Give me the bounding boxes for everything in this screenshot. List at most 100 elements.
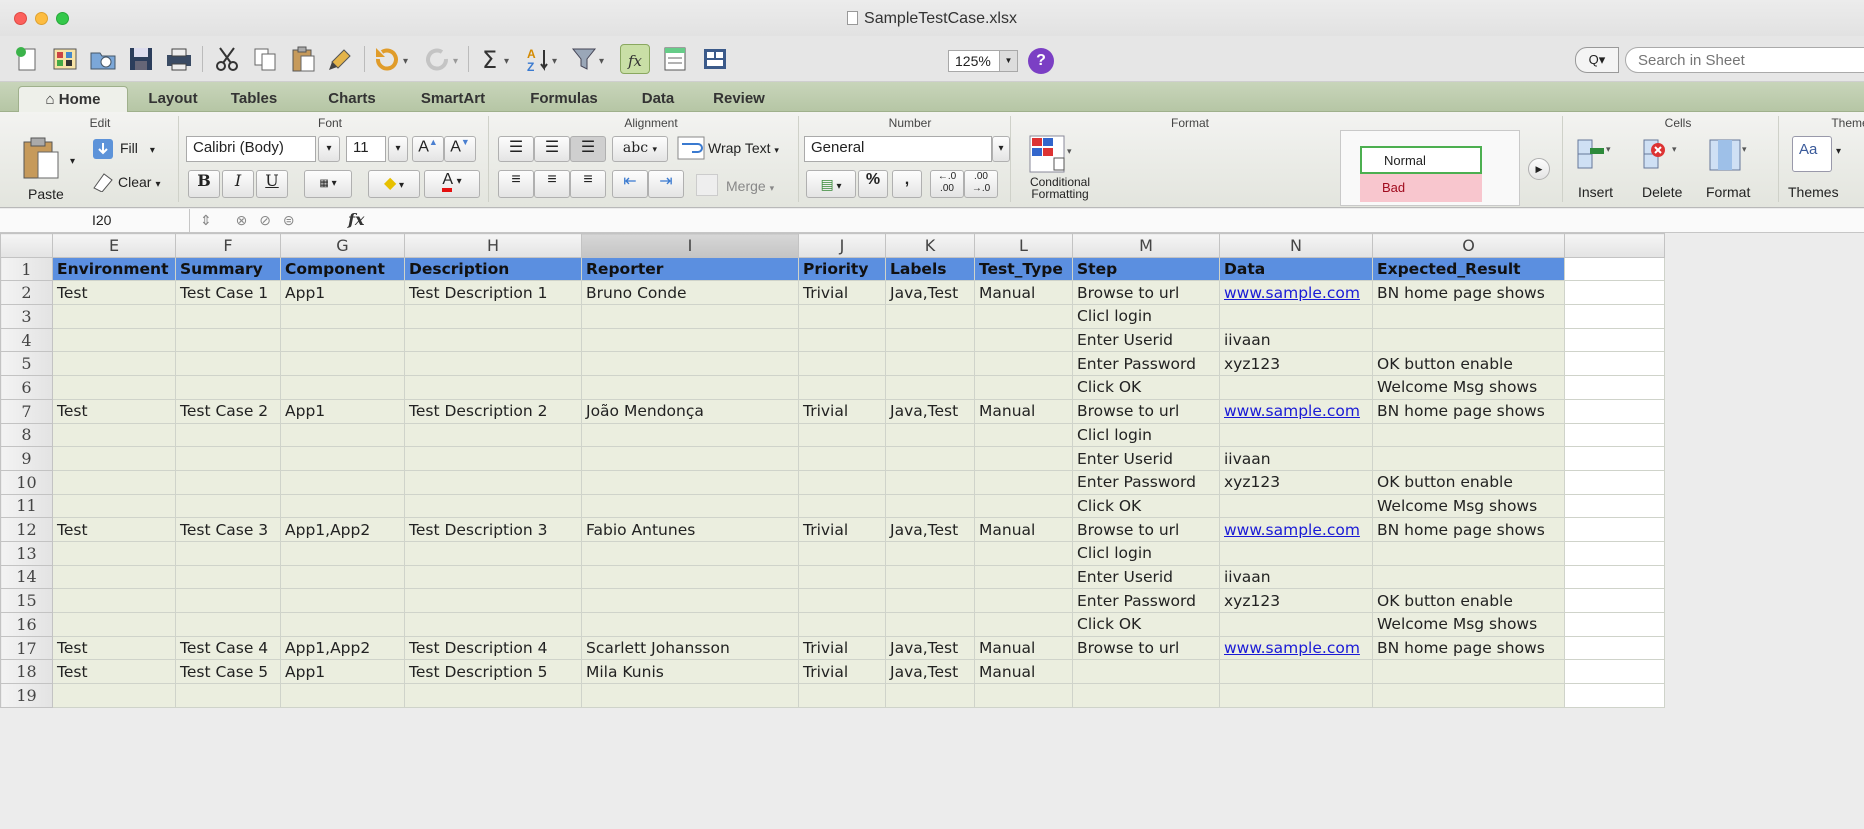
cell[interactable]: Enter Password (1072, 469, 1220, 495)
cell[interactable]: xyz123 (1219, 588, 1373, 613)
cell[interactable] (280, 564, 405, 590)
enter-icon[interactable]: ⊘ (259, 212, 271, 228)
equals-icon[interactable]: ⊜ (283, 212, 295, 228)
style-normal[interactable]: Normal (1360, 146, 1482, 174)
cell[interactable] (974, 469, 1073, 495)
cell[interactable] (280, 446, 405, 471)
cell[interactable]: Welcome Msg shows (1372, 493, 1565, 519)
cell[interactable] (1219, 375, 1373, 400)
cell[interactable] (885, 540, 975, 566)
cell[interactable]: Java,Test (885, 635, 975, 661)
cell[interactable] (974, 540, 1073, 566)
cell[interactable] (581, 375, 799, 400)
zoom-select[interactable]: 125% ▼ (948, 50, 1018, 72)
help-icon[interactable]: ? (1028, 48, 1054, 74)
cell[interactable]: Trivial (798, 517, 886, 542)
cell[interactable] (798, 375, 886, 400)
cell[interactable] (581, 446, 799, 471)
cell[interactable]: App1,App2 (280, 517, 405, 542)
styles-next-icon[interactable]: ▶ (1528, 158, 1550, 180)
cell[interactable] (1564, 280, 1665, 306)
cell[interactable] (1564, 304, 1665, 329)
insert-cells-icon[interactable]: ▾ (1574, 136, 1614, 175)
cell[interactable] (581, 351, 799, 377)
format-painter-icon[interactable] (326, 44, 356, 74)
function-icon[interactable]: fx (620, 44, 650, 74)
cell[interactable]: OK button enable (1372, 469, 1565, 495)
font-size-chevron-icon[interactable]: ▾ (388, 136, 408, 162)
cell[interactable] (798, 683, 886, 708)
cell[interactable] (280, 612, 405, 637)
cell[interactable]: Summary (175, 256, 281, 282)
column-header[interactable]: K (885, 233, 975, 258)
cell[interactable]: Browse to url (1072, 280, 1220, 306)
cell[interactable] (885, 564, 975, 590)
cell[interactable]: Bruno Conde (581, 280, 799, 306)
cell[interactable] (974, 446, 1073, 471)
row-header[interactable]: 1 (0, 256, 53, 282)
cell[interactable] (1564, 493, 1665, 519)
cell[interactable] (52, 564, 176, 590)
themes-icon[interactable]: Aa (1792, 136, 1832, 172)
cell[interactable] (974, 683, 1073, 708)
cell[interactable] (885, 351, 975, 377)
cell[interactable] (974, 564, 1073, 590)
cancel-icon[interactable]: ⊗ (236, 212, 248, 228)
cell[interactable]: Reporter (581, 256, 799, 282)
print-icon[interactable] (164, 44, 194, 74)
sort-icon[interactable]: A Z ▾ (524, 44, 557, 74)
cell[interactable] (1564, 351, 1665, 377)
row-header[interactable]: 9 (0, 446, 53, 471)
cell[interactable]: Test Description 4 (404, 635, 582, 661)
cell[interactable]: Fabio Antunes (581, 517, 799, 542)
cell[interactable] (404, 375, 582, 400)
grow-font-button[interactable]: A▲ (412, 136, 444, 162)
cell[interactable]: Java,Test (885, 398, 975, 424)
cell[interactable]: Test (52, 398, 176, 424)
wrap-text-button[interactable]: Wrap Text ▾ (708, 140, 779, 156)
cell[interactable] (1564, 327, 1665, 353)
cell[interactable] (885, 304, 975, 329)
decrease-indent-icon[interactable]: ⇤ (612, 170, 648, 198)
cell[interactable] (175, 304, 281, 329)
align-middle-icon[interactable]: ☰ (534, 136, 570, 162)
cell[interactable] (1564, 635, 1665, 661)
undo-icon[interactable]: ▾ (372, 44, 408, 74)
cell[interactable] (1564, 517, 1665, 542)
cell[interactable]: Test Case 2 (175, 398, 281, 424)
cell[interactable] (798, 612, 886, 637)
show-formula-icon[interactable] (660, 44, 690, 74)
row-header[interactable]: 8 (0, 422, 53, 448)
cell[interactable] (581, 493, 799, 519)
cell[interactable] (280, 588, 405, 613)
tab-data[interactable]: Data (628, 86, 688, 112)
cell[interactable] (52, 446, 176, 471)
cell[interactable]: App1 (280, 280, 405, 306)
chevron-down-icon[interactable]: ▼ (999, 51, 1017, 71)
cell[interactable]: iivaan (1219, 446, 1373, 471)
cell[interactable] (581, 422, 799, 448)
row-header[interactable]: 18 (0, 659, 53, 685)
row-header[interactable]: 6 (0, 375, 53, 400)
cell[interactable]: App1 (280, 398, 405, 424)
cell[interactable]: www.sample.com (1219, 398, 1373, 424)
cell[interactable]: Enter Userid (1072, 327, 1220, 353)
align-right-icon[interactable]: ≡ (570, 170, 606, 198)
cell[interactable] (974, 351, 1073, 377)
cell[interactable] (974, 588, 1073, 613)
row-header[interactable]: 16 (0, 612, 53, 637)
cell[interactable] (1219, 659, 1373, 685)
cell[interactable] (885, 612, 975, 637)
cell[interactable] (581, 327, 799, 353)
cell[interactable]: BN home page shows (1372, 517, 1565, 542)
cell[interactable]: Labels (885, 256, 975, 282)
cell[interactable] (175, 327, 281, 353)
cell[interactable] (885, 588, 975, 613)
cell[interactable] (885, 683, 975, 708)
cell[interactable] (1564, 256, 1665, 282)
row-header[interactable]: 12 (0, 517, 53, 542)
cell[interactable]: João Mendonça (581, 398, 799, 424)
cell[interactable]: Java,Test (885, 280, 975, 306)
cell[interactable]: Manual (974, 517, 1073, 542)
row-header[interactable]: 14 (0, 564, 53, 590)
